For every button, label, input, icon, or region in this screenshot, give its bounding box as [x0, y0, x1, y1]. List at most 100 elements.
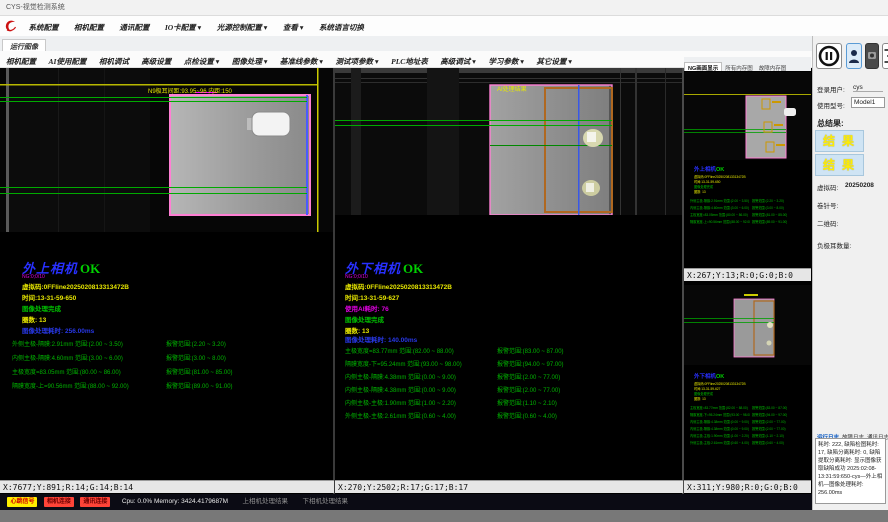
- status-bar: 心跳信号 相机连接 通讯连接 Cpu: 0.0% Memory: 3424.41…: [0, 494, 812, 510]
- thumb-measurement-alarm: 报警范围:(2.00 ~ 77.00): [752, 426, 786, 431]
- menu-item-view[interactable]: 查看 ▾: [283, 18, 304, 38]
- thumb-measurement-alarm: 报警范围:(0.60 ~ 4.00): [752, 440, 784, 445]
- login-user-button[interactable]: [846, 43, 862, 69]
- measurement-alarm: 报警范围:(83.00 ~ 87.00): [497, 346, 564, 355]
- thumb-measurement-row: 外侧主极-主极:2.61mm 范围:(0.60 ~ 4.00) 报警范围:(0.…: [690, 440, 810, 446]
- device-button[interactable]: [865, 43, 879, 69]
- thumb-a-title: 外上相机OK: [694, 165, 724, 173]
- measurement-row: 隔膜宽度-上=90.56mm 范围:(88.00 ~ 92.00) 报警范围:(…: [12, 381, 332, 391]
- thumb-measurement-row: 隔膜宽度-上=90.56mm 范围:(88.00 ~ 92.00) 报警范围:(…: [690, 219, 810, 225]
- measurement-alarm: 报警范围:(2.00 ~ 77.00): [497, 372, 560, 381]
- thumb-measurement-alarm: 报警范围:(81.00 ~ 85.00): [752, 212, 787, 217]
- window-titlebar: CYS-视觉检测系统: [0, 0, 888, 16]
- result-indicator-1: 结 果: [815, 130, 864, 152]
- left-code-line: 虚拟码:0FFline2025020813313472B: [22, 281, 129, 291]
- measurement-alarm: 报警范围:(94.00 ~ 97.00): [497, 359, 564, 368]
- thumbnail-panel-upper[interactable]: 外上相机OK 虚拟码:0FFline2025020813313472B 时间:1…: [684, 71, 811, 268]
- measurement-value: 内侧主极-主极:1.90mm 范围:(1.00 ~ 2.20): [345, 398, 456, 407]
- camera-connect-status-badge: 相机连接: [44, 497, 74, 507]
- thumb-measurement-row: 内侧主极-隔膜:4.38mm 范围:(0.00 ~ 9.00) 报警范围:(2.…: [690, 426, 810, 432]
- menu-item-io-card-config[interactable]: IO卡配置 ▾: [165, 18, 201, 38]
- thumb-measurement-value: 隔膜宽度-下=95.24mm 范围:(93.00 ~ 98.00): [690, 412, 750, 417]
- thumb-measurement-value: 主极宽度=83.77mm 范围:(82.00 ~ 88.00): [690, 405, 748, 410]
- window-title: CYS-视觉检测系统: [6, 4, 65, 11]
- thumb-measurement-alarm: 报警范围:(1.10 ~ 2.10): [752, 433, 784, 438]
- virtual-code-label: 虚拟码:: [817, 182, 838, 192]
- measurement-row: 隔膜宽度-下=95.24mm 范围:(93.00 ~ 98.00) 报警范围:(…: [345, 359, 680, 369]
- menu-item-language-switch[interactable]: 系统语言切换: [319, 18, 364, 38]
- left-ng-line: NG:0;0/10: [22, 274, 45, 280]
- thumb-measurement-alarm: 报警范围:(89.00 ~ 91.00): [752, 219, 787, 224]
- measurement-row: 内侧主极-隔膜:4.38mm 范围:(0.00 ~ 9.00) 报警范围:(2.…: [345, 385, 680, 395]
- thumb-measurement-value: 外侧主极-隔膜:2.91mm 范围:(2.00 ~ 3.50): [690, 198, 749, 203]
- left-turns-line: 圈数: 13: [22, 314, 46, 324]
- thumb-b-coordinate-bar: X:311;Y:980;R:0;G:0;B:0: [684, 480, 811, 493]
- left-time-line: 时间:13-31-59-650: [22, 292, 76, 302]
- thumb-measurement-row: 内侧主极-主极:1.90mm 范围:(1.00 ~ 2.20) 报警范围:(1.…: [690, 433, 810, 439]
- measurement-row: 内侧主极-主极:1.90mm 范围:(1.00 ~ 2.20) 报警范围:(1.…: [345, 398, 680, 408]
- thumb-measurement-value: 外侧主极-主极:2.61mm 范围:(0.60 ~ 4.00): [690, 440, 749, 445]
- left-coordinate-bar: X:7677;Y:891;R:14;G:14;B:14: [0, 480, 334, 493]
- thumb-measurement-row: 隔膜宽度-下=95.24mm 范围:(93.00 ~ 98.00) 报警范围:(…: [690, 412, 810, 418]
- thumb-a-camera-name: 外上相机: [694, 167, 716, 173]
- heartbeat-status-badge: 心跳信号: [7, 497, 37, 507]
- center-done-line: 图像处理完成: [345, 314, 384, 324]
- thumb-measurement-value: 内侧主极-隔膜:4.60mm 范围:(3.00 ~ 6.00): [690, 205, 749, 210]
- measurement-row: 外侧主极-主极:2.61mm 范围:(0.60 ~ 4.00) 报警范围:(0.…: [345, 411, 680, 421]
- thumb-b-turns-line: 圈数: 13: [694, 396, 706, 401]
- measurement-alarm: 报警范围:(1.10 ~ 2.10): [497, 398, 557, 407]
- measurement-value: 内侧主极-隔膜:4.60mm 范围:(3.00 ~ 6.00): [12, 353, 123, 362]
- center-code-line: 虚拟码:0FFline2025020813313472B: [345, 281, 452, 291]
- menu-item-light-control[interactable]: 光源控制配置 ▾: [217, 18, 268, 38]
- login-user-label: 登录用户:: [817, 84, 845, 94]
- thumb-a-coordinate-bar: X:267;Y:13;R:0;G:0;B:0: [684, 268, 811, 281]
- center-elapsed-line: 图像处理耗时: 140.00ms: [345, 334, 417, 344]
- measurement-value: 主极宽度=83.05mm 范围:(80.00 ~ 86.00): [12, 367, 121, 376]
- menu-item-system-config[interactable]: 系统配置: [28, 18, 58, 38]
- cpu-memory-readout: Cpu: 0.0% Memory: 3424.4179687M: [122, 498, 228, 505]
- winding-pin-label: 卷针号:: [817, 200, 838, 210]
- measurement-alarm: 报警范围:(2.20 ~ 3.20): [166, 339, 226, 348]
- bottom-strip: [0, 510, 888, 522]
- thumb-measurement-value: 主极宽度=83.05mm 范围:(80.00 ~ 86.00): [690, 212, 748, 217]
- log-output[interactable]: 耗时: 222, 缺陷检图耗时: 17, 缺陷分离耗时: 0, 缺陷提取分离耗时…: [815, 438, 886, 504]
- thumb-measurement-value: 内侧主极-隔膜:4.38mm 范围:(0.00 ~ 9.00): [690, 419, 749, 424]
- thumbnail-panel-lower[interactable]: 外下相机OK 虚拟码:0FFline2025020813313472B 时间:1…: [684, 281, 811, 480]
- thumb-measurement-alarm: 报警范围:(94.00 ~ 97.00): [752, 412, 787, 417]
- measurement-value: 主极宽度=83.77mm 范围:(82.00 ~ 88.00): [345, 346, 454, 355]
- thumb-measurement-value: 内侧主极-隔膜:4.38mm 范围:(0.00 ~ 9.00): [690, 426, 749, 431]
- left-camera-ok: OK: [80, 261, 100, 276]
- measurement-alarm: 报警范围:(2.00 ~ 77.00): [497, 385, 560, 394]
- lower-camera-result-status: 下相机处理结果: [303, 498, 349, 505]
- center-ng-line: NG:0;0/10: [345, 274, 368, 280]
- model-label: 使用型号:: [817, 100, 845, 110]
- thumb-a-ok: OK: [716, 167, 724, 173]
- measurement-value: 隔膜宽度-下=95.24mm 范围:(93.00 ~ 98.00): [345, 359, 462, 368]
- thumb-measurement-row: 内侧主极-隔膜:4.38mm 范围:(0.00 ~ 9.00) 报警范围:(2.…: [690, 419, 810, 425]
- measurement-row: 主极宽度=83.05mm 范围:(80.00 ~ 86.00) 报警范围:(81…: [12, 367, 332, 377]
- thumb-b-ok: OK: [716, 374, 724, 380]
- total-result-label: 总结果:: [817, 118, 844, 129]
- virtual-code-value: 20250208: [845, 182, 874, 189]
- measurement-alarm: 报警范围:(81.00 ~ 85.00): [166, 367, 233, 376]
- result-indicator-2: 结 果: [815, 154, 864, 176]
- menu-bar: 系统配置 相机配置 通讯配置 IO卡配置 ▾ 光源控制配置 ▾ 查看 ▾ 系统语…: [0, 16, 888, 36]
- measurement-row: 外侧主极-隔膜:2.91mm 范围:(2.00 ~ 3.50) 报警范围:(2.…: [12, 339, 332, 349]
- exit-button[interactable]: [882, 43, 888, 69]
- pause-button[interactable]: [816, 43, 842, 69]
- login-user-value[interactable]: cys: [853, 84, 883, 92]
- center-coordinate-bar: X:270;Y:2502;R:17;G:17;B:17: [335, 480, 683, 493]
- thumb-measurement-alarm: 报警范围:(2.00 ~ 77.00): [752, 419, 786, 424]
- thumb-b-camera-name: 外下相机: [694, 374, 716, 380]
- menu-item-comm-config[interactable]: 通讯配置: [119, 18, 149, 38]
- center-time-line: 时间:13-31-59-627: [345, 292, 399, 302]
- measurement-row: 主极宽度=83.77mm 范围:(82.00 ~ 88.00) 报警范围:(83…: [345, 346, 680, 356]
- qr-code-label: 二维码:: [817, 218, 838, 228]
- measurement-value: 外侧主极-隔膜:2.91mm 范围:(2.00 ~ 3.50): [12, 339, 123, 348]
- thumb-measurement-alarm: 报警范围:(2.20 ~ 3.20): [752, 198, 784, 203]
- model-value-input[interactable]: Model1: [851, 97, 885, 108]
- left-image-annotation: N9极耳间距:93.95~96 内距:150: [148, 86, 232, 95]
- menu-item-camera-config[interactable]: 相机配置: [74, 18, 104, 38]
- center-camera-ok: OK: [403, 261, 423, 276]
- center-image-annotation: AI处理结果: [497, 84, 527, 93]
